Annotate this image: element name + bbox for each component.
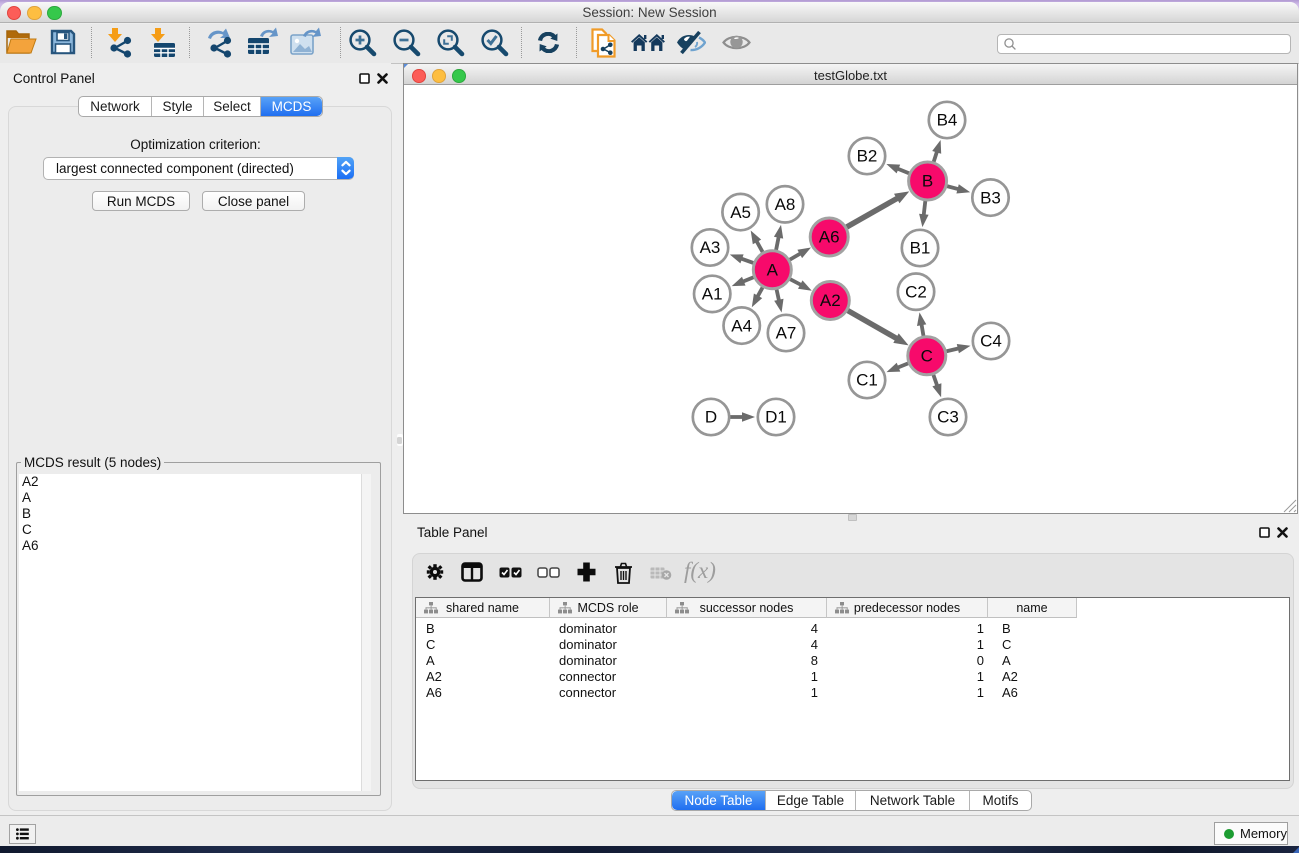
- svg-text:B: B: [922, 172, 933, 191]
- svg-text:B3: B3: [980, 188, 1001, 207]
- svg-text:A1: A1: [702, 285, 723, 304]
- svg-text:A8: A8: [775, 195, 796, 214]
- svg-text:C: C: [921, 347, 933, 366]
- svg-text:A7: A7: [776, 324, 797, 343]
- svg-text:B2: B2: [857, 147, 878, 166]
- svg-text:D1: D1: [765, 408, 787, 427]
- svg-text:A3: A3: [700, 238, 721, 257]
- svg-text:C3: C3: [937, 408, 959, 427]
- svg-text:B4: B4: [937, 111, 958, 130]
- svg-text:C4: C4: [980, 332, 1002, 351]
- svg-text:A5: A5: [730, 203, 751, 222]
- svg-text:A4: A4: [731, 316, 752, 335]
- svg-text:A2: A2: [820, 291, 841, 310]
- svg-text:A: A: [767, 260, 779, 279]
- svg-text:B1: B1: [910, 239, 931, 258]
- svg-text:C2: C2: [905, 282, 927, 301]
- svg-text:A6: A6: [819, 228, 840, 247]
- svg-text:C1: C1: [856, 371, 878, 390]
- svg-text:D: D: [705, 408, 717, 427]
